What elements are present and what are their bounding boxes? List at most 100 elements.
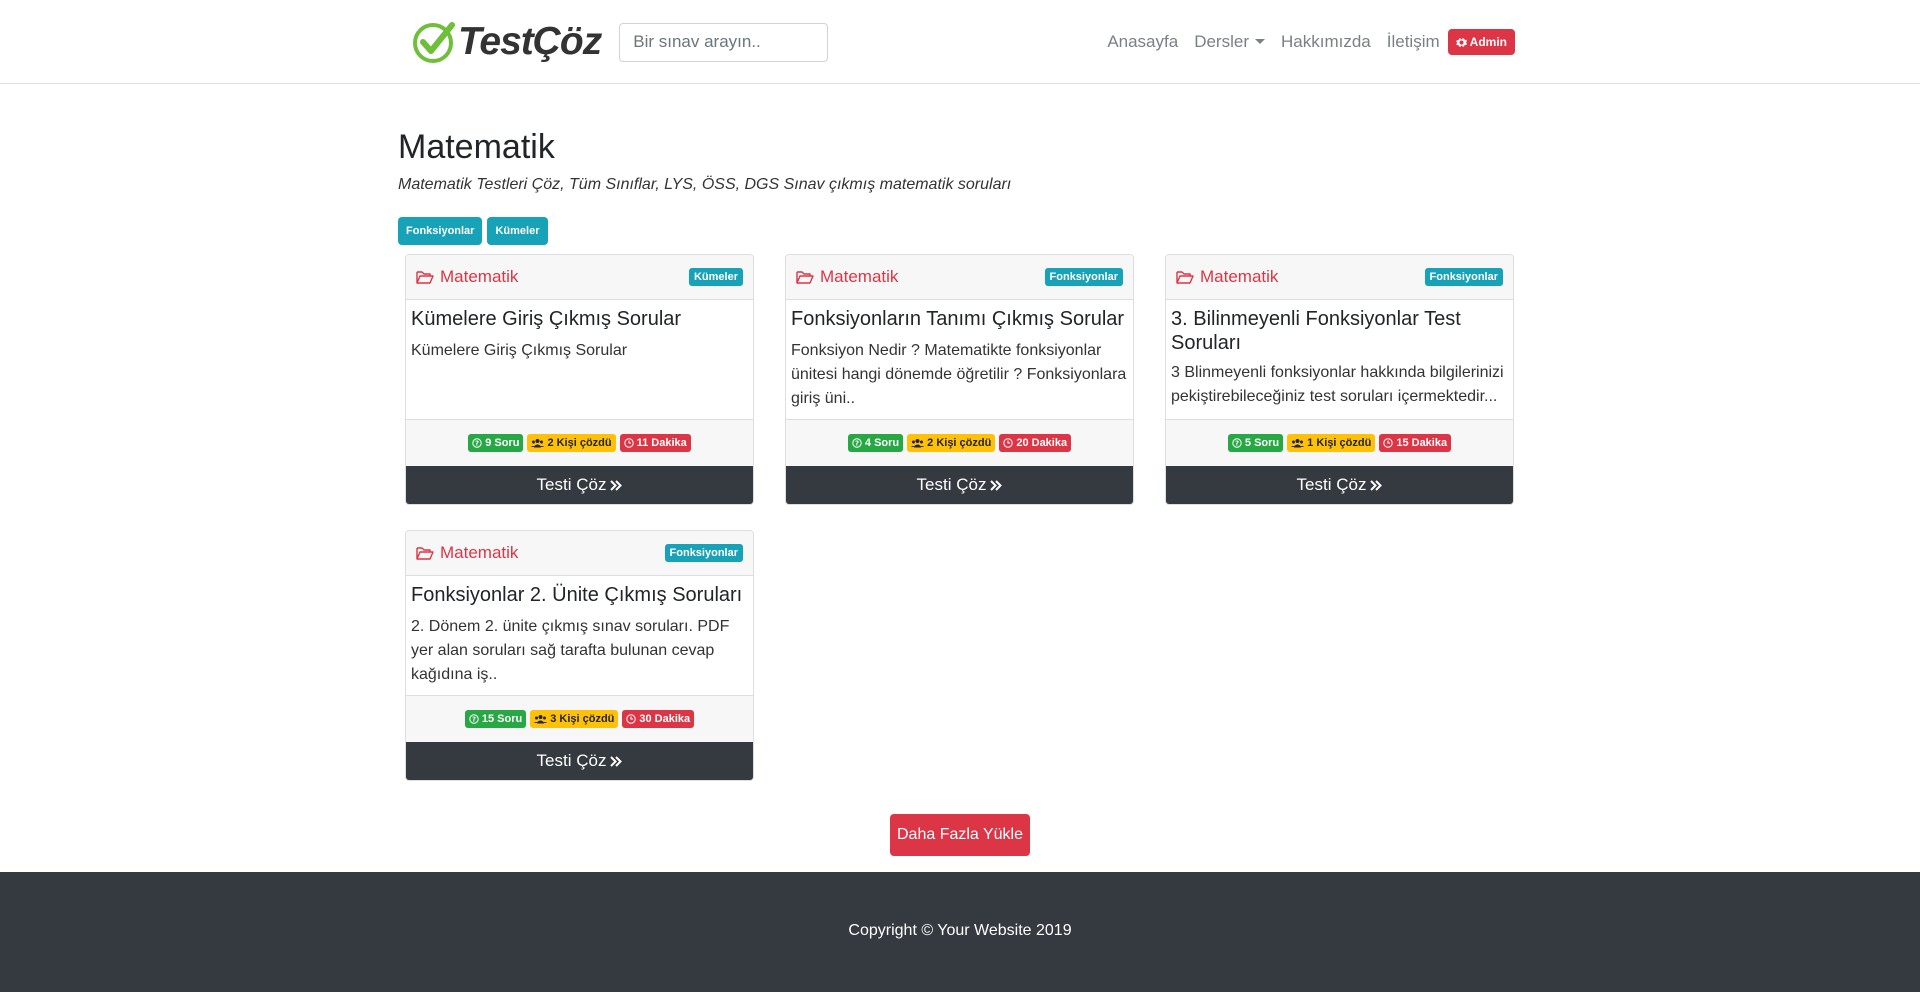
question-count-badge: ? 9 Soru — [468, 434, 524, 452]
tag-kumeler[interactable]: Kümeler — [487, 217, 548, 245]
clock-icon — [623, 438, 634, 448]
nav-lessons-label: Dersler — [1194, 32, 1249, 51]
question-circle-icon: ? — [469, 714, 479, 724]
caret-down-icon — [1255, 39, 1265, 44]
question-circle-icon: ? — [472, 438, 482, 448]
checkmark-circle-icon — [413, 22, 455, 63]
solved-count-badge: 3 Kişi çözdü — [530, 710, 619, 728]
card-header: Matematik Fonksiyonlar — [786, 255, 1133, 300]
card-text: 2. Dönem 2. ünite çıkmış sınav soruları.… — [411, 618, 730, 683]
duration-badge: 15 Dakika — [1379, 434, 1452, 452]
category-label: Matematik — [440, 543, 519, 562]
folder-open-icon — [416, 271, 434, 284]
card-title: Kümelere Giriş Çıkmış Sorular — [411, 308, 682, 330]
card-body: 3. Bilinmeyenli Fonksiyonlar Test Sorula… — [1166, 300, 1513, 419]
solve-label: Testi Çöz — [536, 751, 607, 770]
card-title: 3. Bilinmeyenli Fonksiyonlar Test Sorula… — [1171, 308, 1461, 354]
duration-badge: 20 Dakika — [999, 434, 1072, 452]
svg-text:?: ? — [1235, 440, 1239, 448]
card-text: 3 Blinmeyenli fonksiyonlar hakkında bilg… — [1171, 364, 1504, 405]
card-title: Fonksiyonlar 2. Ünite Çıkmış Soruları — [411, 584, 743, 606]
card-header: Matematik Fonksiyonlar — [406, 531, 753, 576]
card-header: Matematik Fonksiyonlar — [1166, 255, 1513, 300]
question-count-badge: ? 5 Soru — [1227, 434, 1284, 452]
solved-count: 2 Kişi çözdü — [547, 437, 612, 449]
svg-text:?: ? — [855, 440, 859, 448]
topic-badge: Kümeler — [688, 268, 743, 286]
question-count: 15 Soru — [481, 713, 523, 725]
category-link[interactable]: Matematik — [416, 267, 518, 287]
card-header: Matematik Kümeler — [406, 255, 753, 300]
card-stats: ? 4 Soru 2 Kişi çözdü 20 Dakika — [786, 419, 1133, 466]
duration: 20 Dakika — [1016, 437, 1068, 449]
solve-test-button[interactable]: Testi Çöz — [1166, 466, 1513, 504]
double-chevron-right-icon — [990, 479, 1003, 491]
double-chevron-right-icon — [1370, 479, 1383, 491]
clock-icon — [1003, 438, 1014, 448]
test-card: Matematik Fonksiyonlar Fonksiyonların Ta… — [785, 254, 1134, 505]
test-card: Matematik Fonksiyonlar Fonksiyonlar 2. Ü… — [405, 530, 754, 781]
question-count-badge: ? 4 Soru — [847, 434, 904, 452]
page-title: Matematik — [398, 128, 555, 166]
category-link[interactable]: Matematik — [1176, 267, 1278, 287]
admin-button[interactable]: Admin — [1447, 29, 1515, 55]
card-stats: ? 5 Soru 1 Kişi çözdü 15 Dakika — [1166, 419, 1513, 466]
nav-home-link[interactable]: Anasayfa — [1099, 32, 1186, 52]
users-icon — [531, 439, 545, 448]
solved-count: 1 Kişi çözdü — [1307, 437, 1372, 449]
card-body: Kümelere Giriş Çıkmış Sorular Kümelere G… — [406, 300, 753, 419]
duration-badge: 11 Dakika — [619, 434, 691, 452]
duration: 11 Dakika — [636, 437, 687, 449]
card-body: Fonksiyonların Tanımı Çıkmış Sorular Fon… — [786, 300, 1133, 419]
tag-list: Fonksiyonlar Kümeler — [398, 217, 548, 245]
solved-count-badge: 1 Kişi çözdü — [1287, 434, 1376, 452]
users-icon — [1291, 439, 1305, 448]
svg-text:?: ? — [472, 716, 476, 724]
question-circle-icon: ? — [1232, 438, 1242, 448]
nav-about-link[interactable]: Hakkımızda — [1273, 32, 1379, 52]
category-label: Matematik — [440, 267, 519, 286]
card-text: Fonksiyon Nedir ? Matematikte fonksiyonl… — [791, 342, 1127, 407]
brand-logo[interactable]: TestÇöz — [412, 17, 602, 67]
duration: 30 Dakika — [639, 713, 691, 725]
footer-copyright: Copyright © Your Website 2019 — [848, 922, 1072, 939]
search-input[interactable] — [619, 22, 829, 62]
navbar: TestÇöz Anasayfa Dersler Hakkımızda İlet… — [0, 0, 1920, 84]
solved-count: 2 Kişi çözdü — [927, 437, 992, 449]
card-title: Fonksiyonların Tanımı Çıkmış Sorular — [791, 308, 1125, 330]
solved-count-badge: 2 Kişi çözdü — [527, 434, 616, 452]
admin-label: Admin — [1469, 35, 1507, 49]
card-text: Kümelere Giriş Çıkmış Sorular — [411, 342, 628, 359]
clock-icon — [626, 714, 637, 724]
folder-open-icon — [416, 547, 434, 560]
nav-links: Anasayfa Dersler Hakkımızda İletişim Adm… — [1099, 29, 1515, 55]
solve-test-button[interactable]: Testi Çöz — [406, 466, 753, 504]
nav-contact-link[interactable]: İletişim — [1379, 32, 1448, 52]
topic-badge: Fonksiyonlar — [1424, 268, 1503, 286]
duration: 15 Dakika — [1396, 437, 1448, 449]
card-body: Fonksiyonlar 2. Ünite Çıkmış Soruları 2.… — [406, 576, 753, 695]
card-stats: ? 15 Soru 3 Kişi çözdü 30 Dakika — [406, 695, 753, 742]
test-card: Matematik Kümeler Kümelere Giriş Çıkmış … — [405, 254, 754, 505]
category-link[interactable]: Matematik — [416, 543, 518, 563]
topic-badge: Fonksiyonlar — [664, 544, 743, 562]
solved-count: 3 Kişi çözdü — [550, 713, 615, 725]
duration-badge: 30 Dakika — [622, 710, 695, 728]
category-label: Matematik — [1200, 267, 1279, 286]
users-icon — [534, 715, 548, 724]
folder-open-icon — [796, 271, 814, 284]
solve-label: Testi Çöz — [536, 475, 607, 494]
clock-icon — [1383, 438, 1394, 448]
solve-label: Testi Çöz — [916, 475, 987, 494]
solve-test-button[interactable]: Testi Çöz — [406, 742, 753, 780]
solve-test-button[interactable]: Testi Çöz — [786, 466, 1133, 504]
category-link[interactable]: Matematik — [796, 267, 898, 287]
solved-count-badge: 2 Kişi çözdü — [907, 434, 996, 452]
brand-name: TestÇöz — [458, 20, 602, 63]
test-card: Matematik Fonksiyonlar 3. Bilinmeyenli F… — [1165, 254, 1514, 505]
navbar-container: TestÇöz Anasayfa Dersler Hakkımızda İlet… — [398, 0, 1515, 84]
tag-fonksiyonlar[interactable]: Fonksiyonlar — [398, 217, 483, 245]
nav-lessons-dropdown[interactable]: Dersler — [1186, 32, 1273, 52]
question-count-badge: ? 15 Soru — [464, 710, 527, 728]
load-more-button[interactable]: Daha Fazla Yükle — [890, 814, 1030, 856]
